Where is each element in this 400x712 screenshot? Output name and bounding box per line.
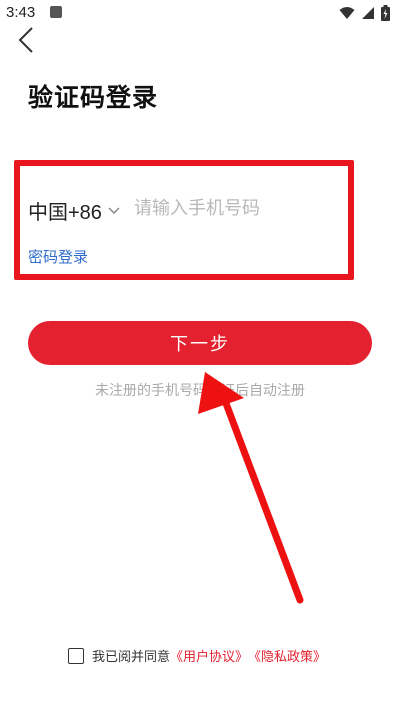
password-login-link[interactable]: 密码登录 — [28, 246, 88, 267]
cellular-signal-icon — [362, 7, 374, 19]
user-agreement-link[interactable]: 《用户协议》 — [170, 646, 248, 665]
status-bar: 3:43 — [0, 0, 400, 28]
battery-icon — [381, 5, 390, 21]
status-icons — [339, 5, 390, 21]
chevron-down-icon — [108, 206, 120, 214]
auto-register-hint: 未注册的手机号码验证后自动注册 — [95, 383, 305, 399]
agreement-row: 我已阅并同意 《用户协议》 《隐私政策》 — [68, 646, 326, 665]
wifi-icon — [339, 7, 355, 19]
agreement-checkbox[interactable] — [68, 647, 84, 664]
agreement-prefix: 我已阅并同意 — [92, 650, 171, 665]
phone-number-input[interactable] — [134, 194, 334, 222]
notification-app-icon — [50, 6, 62, 18]
status-time: 3:43 — [6, 4, 36, 21]
page-title: 验证码登录 — [28, 83, 159, 112]
back-button[interactable] — [12, 24, 44, 56]
next-step-button[interactable]: 下一步 — [28, 321, 372, 365]
country-code-selector[interactable]: 中国+86 — [28, 196, 120, 225]
privacy-policy-link[interactable]: 《隐私政策》 — [248, 646, 326, 665]
country-code-label: 中国+86 — [28, 202, 102, 224]
back-arrow-icon — [18, 27, 33, 53]
